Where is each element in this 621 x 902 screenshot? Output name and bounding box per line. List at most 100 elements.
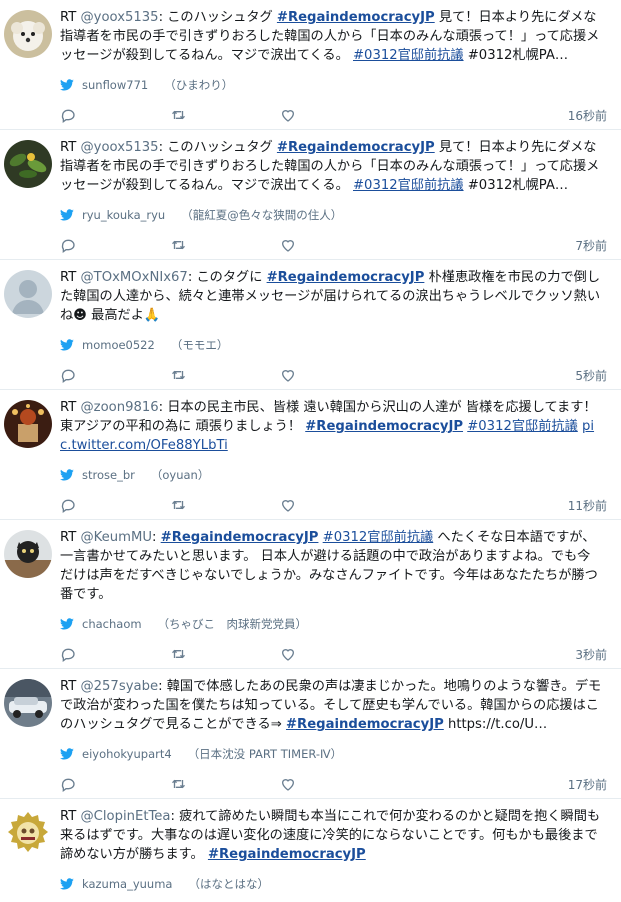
tweet-timestamp[interactable]: 11秒前 (568, 497, 607, 514)
avatar[interactable] (4, 270, 52, 318)
tweet-text-segment: このハッシュタグ (163, 10, 277, 25)
reply-button[interactable] (60, 237, 170, 253)
hashtag-link[interactable]: #0312官邸前抗議 (467, 419, 578, 434)
tweet-timestamp[interactable]: 3秒前 (575, 646, 607, 663)
reply-button[interactable] (60, 497, 170, 513)
tweet-item: RT @zoon9816: 日本の民主市民、皆様 遠い韓国から沢山の人達が 皆様… (0, 390, 621, 520)
tweet-text: RT @yoox5135: このハッシュタグ #RegaindemocracyJ… (60, 8, 607, 65)
hashtag-link[interactable]: #RegaindemocracyJP (286, 717, 444, 732)
user-display-name: （ちゃびこ 肉球新党党員） (157, 617, 308, 631)
tweet-meta: sunflow771 （ひまわり） (60, 75, 607, 95)
tweet-item: RT @yoox5135: このハッシュタグ #RegaindemocracyJ… (0, 0, 621, 130)
retweet-marker: RT (60, 10, 77, 25)
avatar[interactable] (4, 530, 52, 578)
heart-icon (281, 240, 295, 252)
tweet-meta: chachaom （ちゃびこ 肉球新党党員） (60, 614, 607, 634)
reply-button[interactable] (60, 776, 170, 792)
source-handle-link[interactable]: @yoox5135 (80, 140, 158, 155)
tweet-actions: 17秒前 (60, 770, 607, 798)
tweet-text: RT @KeumMU: #RegaindemocracyJP #0312官邸前抗… (60, 528, 607, 604)
user-display-name: （日本沈没 PART TIMER-Ⅳ） (187, 747, 343, 761)
user-display-name: （oyuan） (150, 468, 210, 482)
user-screen-name[interactable]: sunflow771 (82, 78, 148, 92)
tweet-meta: eiyohokyupart4 （日本沈没 PART TIMER-Ⅳ） (60, 744, 607, 764)
hashtag-link[interactable]: #RegaindemocracyJP (277, 140, 435, 155)
tweet-item: RT @yoox5135: このハッシュタグ #RegaindemocracyJ… (0, 130, 621, 260)
avatar[interactable] (4, 400, 52, 448)
retweet-marker: RT (60, 400, 77, 415)
tweet-actions: 16秒前 (60, 101, 607, 129)
hashtag-link[interactable]: #RegaindemocracyJP (208, 847, 366, 862)
tweet-meta: ryu_kouka_ryu （龍紅夏@色々な狭間の住人） (60, 205, 607, 225)
source-handle-link[interactable]: @257syabe (80, 679, 158, 694)
hashtag-link[interactable]: #RegaindemocracyJP (305, 419, 463, 434)
user-screen-name[interactable]: momoe0522 (82, 338, 155, 352)
like-button[interactable] (280, 107, 390, 123)
hashtag-link[interactable]: #RegaindemocracyJP (161, 530, 319, 545)
source-handle-link[interactable]: @KeumMU (80, 530, 152, 545)
tweet-text: RT @ClopinEtTea: 疲れて諦めたい瞬間も本当にこれで何か変わるのか… (60, 807, 607, 864)
retweet-button[interactable] (170, 776, 280, 792)
like-button[interactable] (280, 237, 390, 253)
reply-button[interactable] (60, 367, 170, 383)
source-handle-link[interactable]: @yoox5135 (80, 10, 158, 25)
tweet-feed: RT @yoox5135: このハッシュタグ #RegaindemocracyJ… (0, 0, 621, 902)
user-display-name: （モモエ） (170, 338, 229, 352)
hashtag-link[interactable]: #0312官邸前抗議 (353, 48, 464, 63)
twitter-bird-icon (60, 209, 74, 221)
tweet-meta: strose_br （oyuan） (60, 465, 607, 485)
user-screen-name[interactable]: ryu_kouka_ryu (82, 208, 165, 222)
user-screen-name[interactable]: strose_br (82, 468, 135, 482)
twitter-bird-icon (60, 339, 74, 351)
source-handle-link[interactable]: @zoon9816 (80, 400, 158, 415)
avatar[interactable] (4, 679, 52, 727)
like-button[interactable] (280, 776, 390, 792)
retweet-icon (172, 779, 185, 789)
reply-button[interactable] (60, 107, 170, 123)
retweet-button[interactable] (170, 646, 280, 662)
tweet-timestamp[interactable]: 7秒前 (575, 237, 607, 254)
tweet-actions: 3秒前 (60, 640, 607, 668)
tweet-timestamp[interactable]: 17秒前 (568, 776, 607, 793)
tweet-item: RT @ClopinEtTea: 疲れて諦めたい瞬間も本当にこれで何か変わるのか… (0, 799, 621, 902)
retweet-marker: RT (60, 809, 77, 824)
hashtag-link[interactable]: #RegaindemocracyJP (277, 10, 435, 25)
retweet-button[interactable] (170, 367, 280, 383)
retweet-icon (172, 370, 185, 380)
tweet-timestamp[interactable]: 16秒前 (568, 107, 607, 124)
avatar[interactable] (4, 140, 52, 188)
twitter-bird-icon (60, 79, 74, 91)
reply-icon (61, 369, 75, 383)
tweet-text: RT @257syabe: 韓国で体感したあの民衆の声は凄まじかった。地鳴りのよ… (60, 677, 607, 734)
user-screen-name[interactable]: chachaom (82, 617, 142, 631)
tweet-item: RT @257syabe: 韓国で体感したあの民衆の声は凄まじかった。地鳴りのよ… (0, 669, 621, 799)
hashtag-link[interactable]: #0312官邸前抗議 (323, 530, 434, 545)
hashtag-link[interactable]: #RegaindemocracyJP (267, 270, 425, 285)
retweet-button[interactable] (170, 107, 280, 123)
source-handle-link[interactable]: @TOxMOxNIx67 (80, 270, 187, 285)
retweet-marker: RT (60, 140, 77, 155)
tweet-text-segment: #0312札幌PA… (463, 48, 569, 63)
user-display-name: （はなとはな） (188, 877, 269, 891)
reply-button[interactable] (60, 646, 170, 662)
retweet-icon (172, 240, 185, 250)
hashtag-link[interactable]: #0312官邸前抗議 (353, 178, 464, 193)
like-button[interactable] (280, 367, 390, 383)
retweet-marker: RT (60, 270, 77, 285)
avatar[interactable] (4, 809, 52, 857)
retweet-icon (172, 649, 185, 659)
retweet-button[interactable] (170, 237, 280, 253)
tweet-timestamp[interactable]: 5秒前 (575, 367, 607, 384)
tweet-item: RT @TOxMOxNIx67: このタグに #RegaindemocracyJ… (0, 260, 621, 390)
retweet-button[interactable] (170, 497, 280, 513)
avatar[interactable] (4, 10, 52, 58)
tweet-meta: momoe0522 （モモエ） (60, 335, 607, 355)
source-handle-link[interactable]: @ClopinEtTea (80, 809, 170, 824)
reply-icon (61, 648, 75, 662)
like-button[interactable] (280, 646, 390, 662)
tweet-text-segment: このタグに (192, 270, 267, 285)
heart-icon (281, 370, 295, 382)
user-screen-name[interactable]: eiyohokyupart4 (82, 747, 172, 761)
user-screen-name[interactable]: kazuma_yuuma (82, 877, 172, 891)
like-button[interactable] (280, 497, 390, 513)
